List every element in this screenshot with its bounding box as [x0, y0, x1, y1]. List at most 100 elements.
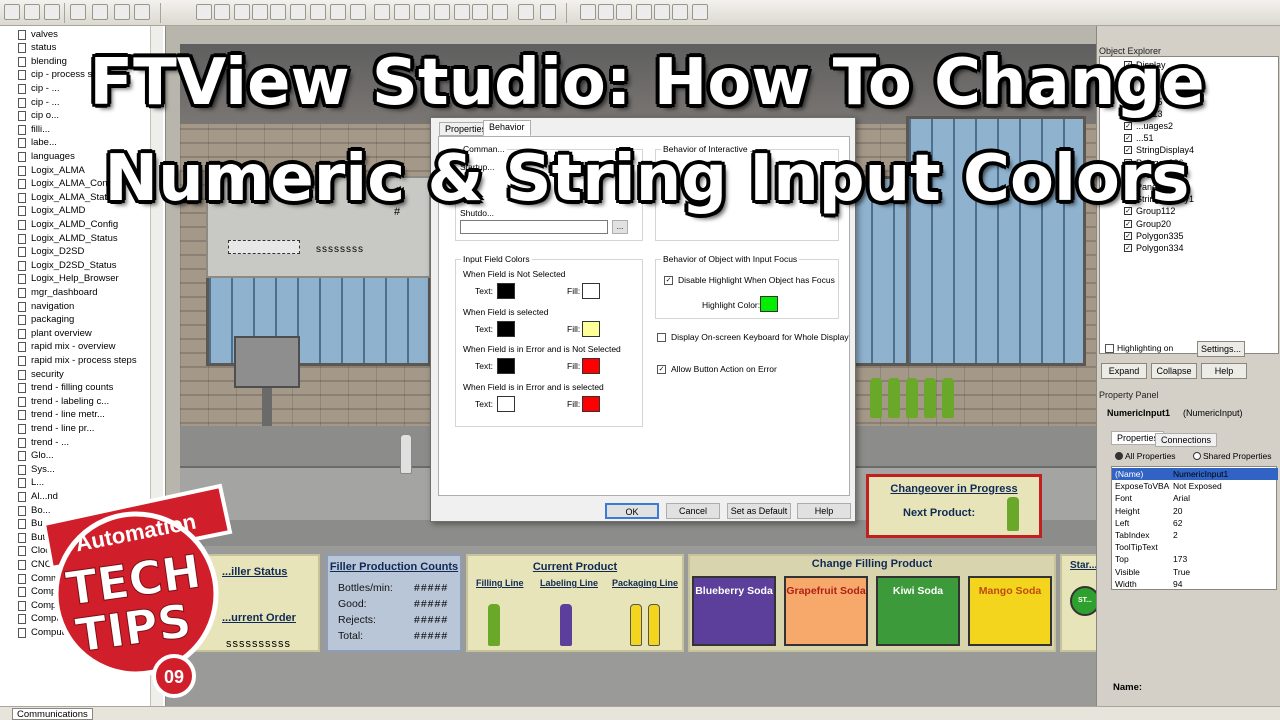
- property-row[interactable]: TabIndex 2: [1112, 529, 1278, 541]
- tab-behavior[interactable]: Behavior: [483, 120, 531, 136]
- explorer-item[interactable]: filli...: [18, 123, 50, 136]
- stop-square-icon[interactable]: [214, 4, 230, 20]
- allow-button-checkbox[interactable]: ✓: [657, 365, 666, 374]
- all-properties-radio[interactable]: [1115, 452, 1123, 460]
- ungroup-icon[interactable]: [394, 4, 410, 20]
- expand-button[interactable]: Expand: [1101, 363, 1147, 379]
- fill-color-swatch[interactable]: [582, 283, 600, 299]
- cut-icon[interactable]: [234, 4, 250, 20]
- object-explorer-item[interactable]: ✓ Polygon334: [1124, 242, 1184, 254]
- object-explorer-item[interactable]: ✓ Group20: [1124, 218, 1171, 230]
- explorer-item[interactable]: trend - filling counts: [18, 382, 113, 395]
- text-color-swatch[interactable]: [497, 283, 515, 299]
- fill-color-swatch[interactable]: [582, 358, 600, 374]
- disable-highlight-checkbox[interactable]: ✓: [664, 276, 673, 285]
- object-explorer-item[interactable]: ✓ ...uages2: [1124, 120, 1173, 132]
- explorer-item[interactable]: Logix_D2SD_Status: [18, 259, 117, 272]
- play-icon[interactable]: [196, 4, 212, 20]
- bring-front-icon[interactable]: [414, 4, 430, 20]
- open-icon[interactable]: [24, 4, 40, 20]
- property-row[interactable]: (Name) NumericInput1: [1112, 468, 1278, 480]
- chart-icon[interactable]: [134, 4, 150, 20]
- align-center-icon[interactable]: [598, 4, 614, 20]
- explorer-item[interactable]: Logix_ALMD_Config: [18, 218, 118, 231]
- help-button[interactable]: Help: [797, 503, 851, 519]
- ok-button[interactable]: OK: [605, 503, 659, 519]
- property-row[interactable]: ExposeToVBA Not Exposed: [1112, 480, 1278, 492]
- property-row[interactable]: Width 94: [1112, 578, 1278, 590]
- property-row[interactable]: Height 20: [1112, 505, 1278, 517]
- explorer-item[interactable]: packaging: [18, 314, 74, 327]
- property-row[interactable]: Font Arial: [1112, 492, 1278, 504]
- property-row[interactable]: Top 173: [1112, 553, 1278, 565]
- object-visibility-checkbox[interactable]: ✓: [1124, 134, 1132, 143]
- grid-icon[interactable]: [350, 4, 366, 20]
- explorer-item[interactable]: Logix_D2SD: [18, 246, 84, 259]
- align-bottom-icon[interactable]: [672, 4, 688, 20]
- new-icon[interactable]: [4, 4, 20, 20]
- copy-icon[interactable]: [252, 4, 268, 20]
- align-right-icon[interactable]: [616, 4, 632, 20]
- blueberry-soda-button[interactable]: Blueberry Soda: [692, 576, 776, 646]
- object-visibility-checkbox[interactable]: ✓: [1124, 244, 1132, 252]
- zoom-out-icon[interactable]: [472, 4, 488, 20]
- save-icon[interactable]: [44, 4, 60, 20]
- property-row[interactable]: ToolTipText: [1112, 541, 1278, 553]
- object-visibility-checkbox[interactable]: ✓: [1124, 219, 1132, 228]
- highlighting-checkbox[interactable]: [1105, 344, 1114, 353]
- shutdown-browse-button[interactable]: ...: [612, 220, 628, 234]
- object-visibility-checkbox[interactable]: ✓: [1124, 231, 1132, 240]
- fill-color-swatch[interactable]: [582, 320, 600, 337]
- undo-icon[interactable]: [290, 4, 306, 20]
- fill-color-swatch[interactable]: [582, 395, 600, 412]
- explorer-item[interactable]: navigation: [18, 300, 74, 313]
- mango-soda-button[interactable]: Mango Soda: [968, 576, 1052, 646]
- object-explorer-item[interactable]: ✓ Polygon335: [1124, 230, 1184, 242]
- set-as-default-button[interactable]: Set as Default: [727, 503, 791, 519]
- tab-connections[interactable]: Connections: [1155, 433, 1218, 447]
- layout-icon[interactable]: [518, 4, 534, 20]
- property-row[interactable]: Visible True: [1112, 566, 1278, 578]
- shutdown-field[interactable]: [460, 220, 608, 234]
- explorer-item[interactable]: trend - labeling c...: [18, 395, 109, 408]
- text-color-swatch[interactable]: [497, 358, 515, 374]
- grapefruit-soda-button[interactable]: Grapefruit Soda: [784, 576, 868, 646]
- communications-tab[interactable]: Communications: [12, 708, 93, 720]
- onscreen-keyboard-checkbox[interactable]: [657, 333, 666, 342]
- shared-properties-radio[interactable]: [1193, 452, 1201, 460]
- stop-icon[interactable]: [70, 4, 86, 20]
- zoom-in-icon[interactable]: [454, 4, 470, 20]
- group-icon[interactable]: [374, 4, 390, 20]
- explorer-item[interactable]: trend - line pr...: [18, 422, 94, 435]
- explorer-item[interactable]: rapid mix - process steps: [18, 354, 137, 367]
- property-row[interactable]: Left 62: [1112, 517, 1278, 529]
- cancel-button[interactable]: Cancel: [666, 503, 720, 519]
- redo-icon[interactable]: [310, 4, 326, 20]
- pan-icon[interactable]: [492, 4, 508, 20]
- highlight-color-swatch[interactable]: [760, 296, 778, 312]
- explorer-item[interactable]: rapid mix - overview: [18, 341, 115, 354]
- send-back-icon[interactable]: [434, 4, 450, 20]
- align-top-icon[interactable]: [636, 4, 652, 20]
- kiwi-soda-button[interactable]: Kiwi Soda: [876, 576, 960, 646]
- explorer-item[interactable]: plant overview: [18, 327, 92, 340]
- explorer-item[interactable]: trend - ...: [18, 436, 69, 449]
- explorer-item[interactable]: valves: [18, 28, 58, 41]
- space-icon[interactable]: [692, 4, 708, 20]
- tools-icon[interactable]: [114, 4, 130, 20]
- settings-button[interactable]: Settings...: [1197, 341, 1245, 357]
- explorer-item[interactable]: trend - line metr...: [18, 409, 105, 422]
- magnet-icon[interactable]: [92, 4, 108, 20]
- align-left-icon[interactable]: [580, 4, 596, 20]
- text-color-swatch[interactable]: [497, 395, 515, 412]
- properties-icon[interactable]: [540, 4, 556, 20]
- explorer-item[interactable]: mgr_dashboard: [18, 286, 98, 299]
- explorer-item[interactable]: Glo...: [18, 450, 54, 463]
- text-color-swatch[interactable]: [497, 320, 515, 337]
- start-button[interactable]: ST...: [1070, 586, 1096, 616]
- explorer-item[interactable]: Logix_Help_Browser: [18, 273, 119, 286]
- numeric-input-placeholder[interactable]: [228, 240, 300, 254]
- collapse-button[interactable]: Collapse: [1151, 363, 1197, 379]
- object-visibility-checkbox[interactable]: ✓: [1124, 122, 1132, 130]
- align-middle-icon[interactable]: [654, 4, 670, 20]
